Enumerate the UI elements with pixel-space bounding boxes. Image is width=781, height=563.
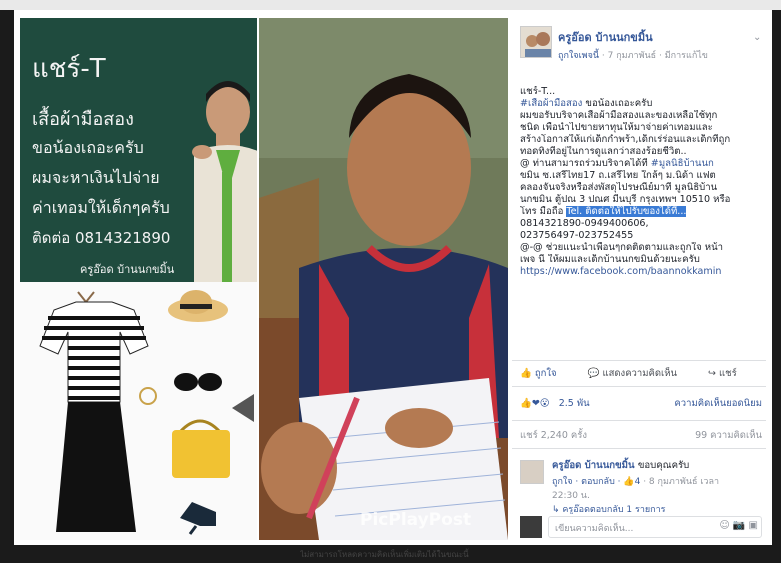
- author-avatar[interactable]: [520, 26, 552, 58]
- chevron-down-icon[interactable]: ⌄: [753, 32, 761, 43]
- avatar-image: [521, 27, 551, 57]
- post-body-line: ขมิ้น ซ.เสรีไทย17 ถ.เสรีไทย ใกล้ๆ ม.นิด้…: [520, 170, 766, 182]
- boy-writing-photo: [259, 18, 508, 540]
- clothing-collage: [20, 282, 257, 540]
- divider: [512, 360, 766, 361]
- post-text: ผมขอรับบริจาคเสื้อผ้ามือสองและของเหลือใช…: [520, 110, 718, 121]
- reaction-count[interactable]: 2.5 พัน: [559, 398, 590, 409]
- post-body-line: ทอดทิ้งที่อยู่ในการดูแลกว่าสองร้อยชีวิต.…: [520, 146, 766, 158]
- post-text: 023756497-023752455: [520, 230, 634, 241]
- reactions-row: 👍❤😮 2.5 พัน ความคิดเห็นยอดนิยม: [520, 396, 766, 410]
- post-link[interactable]: https://www.facebook.com/baannokkamin: [520, 266, 721, 277]
- comment-date[interactable]: · 8 กุมภาพันธ์ เวลา: [643, 477, 719, 487]
- poster-signature: ครูอ๊อด บ้านนกขมิ้น: [80, 263, 175, 276]
- post-author-link[interactable]: ครูอ๊อด บ้านนกขมิ้น: [558, 28, 653, 46]
- comment-count[interactable]: 99 ความคิดเห็น: [695, 428, 762, 443]
- post-body-line: โทร มือถือ Tel. ติดต่อให้ไปรับของได้ที่.…: [520, 206, 766, 218]
- picplaypost-watermark: PicPlayPost: [360, 510, 472, 530]
- comment-text: ขอบคุณครับ: [637, 460, 690, 471]
- post-meta: ถูกใจเพจนี้ · 7 กุมภาพันธ์ · มีการแก้ไข: [558, 48, 708, 62]
- share-button[interactable]: ↪ แชร์: [708, 366, 751, 381]
- post-body-line: https://www.facebook.com/baannokkamin: [520, 266, 766, 278]
- dress-and-accessories-image: [39, 290, 230, 535]
- divider: [512, 448, 766, 449]
- post-text: ซ.เสรีไทย17 ถ.เสรีไทย ใกล้ๆ ม.นิด้า แฟต: [539, 170, 716, 181]
- chalkboard-poster: แชร์-T เสื้อผ้ามือสอง ขอน้องเถอะครับ ผมจ…: [20, 18, 257, 282]
- post-text: ทอดทิ้งที่อยู่ในการดูแลกว่าสองร้อยชีวิต.…: [520, 146, 687, 157]
- post-text: ชนิด เพื่อนำไปขายหาทุนให้มาจ่ายค่าเทอมแล…: [520, 122, 713, 133]
- comment-button[interactable]: 💬 แสดงความคิดเห็น: [588, 366, 691, 381]
- post-body-line: 023756497-023752455: [520, 230, 766, 242]
- poster-title: แชร์-T: [32, 54, 106, 84]
- bottom-bar: ไม่สามารถโหลดความคิดเห็นเพิ่มเติมได้ในขณ…: [0, 545, 781, 563]
- post-body-line: แชร์-T...: [520, 86, 766, 98]
- post-text: นกขมิ้น ตู้ปณ 3 ปณศ มีนบุรี กรุงเทพฯ 105…: [520, 194, 731, 205]
- post-text: @ ท่านสามารถร่วมบริจาคได้ที่: [520, 158, 651, 169]
- selected-text: Tel. ติดต่อให้ไปรับของได้ที่...: [566, 206, 687, 217]
- poster-line: ขอน้องเถอะครับ: [32, 138, 144, 157]
- post-body-line: สร้างโอกาสให้แก่เด็กกำพร้า,เด็กเร่ร่อนแล…: [520, 134, 766, 146]
- poster-phone: ติดต่อ 0814321890: [32, 229, 171, 247]
- post-body-line: ผมขอรับบริจาคเสื้อผ้ามือสองและของเหลือใช…: [520, 110, 766, 122]
- commenter-link[interactable]: ครูอ๊อด บ้านนกขมิ้น: [552, 460, 635, 471]
- like-button[interactable]: 👍 ถูกใจ: [520, 366, 571, 381]
- commenter-avatar[interactable]: [520, 460, 544, 484]
- post-body-line: @-@ ช่วยแนะนำเพื่อนๆกดติดตามและถูกใจ หน้…: [520, 242, 766, 254]
- comment-time: 22:30 น.: [552, 491, 590, 501]
- divider: [512, 386, 766, 387]
- post-body-line: คลองจั่นจริงหรือส่งพัสดุไปรษณีย์มาที่ มู…: [520, 182, 766, 194]
- post-body-line: #เสื้อผ้ามือสอง ขอน้องเถอะครับ: [520, 98, 766, 110]
- divider: [512, 420, 766, 421]
- photo-illustration: [259, 18, 508, 540]
- previous-arrow-icon[interactable]: [232, 394, 254, 422]
- comment-like-reply-links[interactable]: ถูกใจ · ตอบกลับ ·: [552, 477, 621, 487]
- poster-line: ผมจะหาเงินไปจ่าย: [32, 168, 160, 187]
- comment-meta: ถูกใจ · ตอบกลับ · 👍4 · 8 กุมภาพันธ์ เวลา: [552, 474, 719, 488]
- screenshot-frame: แชร์-T เสื้อผ้ามือสอง ขอน้องเถอะครับ ผมจ…: [14, 10, 772, 545]
- bottom-caption: ไม่สามารถโหลดความคิดเห็นเพิ่มเติมได้ในขณ…: [300, 550, 469, 558]
- poster-line: เสื้อผ้ามือสอง: [32, 109, 134, 130]
- like-page-link[interactable]: ถูกใจเพจนี้: [558, 51, 599, 61]
- commenter-name: ครูอ๊อด บ้านนกขมิ้น ขอบคุณครับ: [552, 458, 689, 473]
- post-body: แชร์-T... #เสื้อผ้ามือสอง ขอน้องเถอะครับผ…: [520, 86, 766, 278]
- post-body-line: 0814321890-0949400606,: [520, 218, 766, 230]
- comment-composer: เขียนความคิดเห็น... ☺ 📷 ▣: [512, 514, 766, 540]
- hashtag-link[interactable]: #มูลนิธิบ้านนก: [651, 158, 714, 169]
- post-text: ขอน้องเถอะครับ: [582, 98, 653, 109]
- comment-like-count[interactable]: 👍4: [623, 477, 640, 487]
- post-text: @-@ ช่วยแนะนำเพื่อนๆกดติดตามและถูกใจ หน้…: [520, 242, 724, 253]
- reaction-icons[interactable]: 👍❤😮: [520, 398, 550, 409]
- top-comments-selector[interactable]: ความคิดเห็นยอดนิยม: [674, 396, 762, 411]
- top-strip: [0, 0, 781, 10]
- facebook-post-panel: ครูอ๊อด บ้านนกขมิ้น ถูกใจเพจนี้ · 7 กุมภ…: [508, 18, 770, 540]
- post-body-line: นกขมิ้น ตู้ปณ 3 ปณศ มีนบุรี กรุงเทพฯ 105…: [520, 194, 766, 206]
- post-text: เพจ นี้ ให้ผมและเด็กบ้านนกขมิ้นด้วยนะครั…: [520, 254, 700, 265]
- post-text: แชร์-T...: [520, 86, 556, 97]
- post-text: คลองจั่นจริงหรือส่งพัสดุไปรษณีย์มาที่ มู…: [520, 182, 718, 193]
- composer-icons[interactable]: ☺ 📷 ▣: [719, 520, 758, 531]
- post-body-line: ชนิด เพื่อนำไปขายหาทุนให้มาจ่ายค่าเทอมแล…: [520, 122, 766, 134]
- post-actions: 👍 ถูกใจ 💬 แสดงความคิดเห็น ↪ แชร์: [520, 366, 766, 380]
- post-link[interactable]: #เสื้อผ้ามือสอง: [520, 98, 582, 109]
- current-user-avatar: [520, 516, 542, 538]
- post-body-line: @ ท่านสามารถร่วมบริจาคได้ที่ #มูลนิธิบ้า…: [520, 158, 766, 170]
- share-count[interactable]: แชร์ 2,240 ครั้ง: [520, 430, 587, 441]
- post-date[interactable]: · 7 กุมภาพันธ์ ·: [602, 51, 662, 61]
- poster-line: ค่าเทอมให้เด็กๆครับ: [32, 198, 170, 217]
- teacher-photo: [192, 81, 257, 282]
- post-text: โทร มือถือ: [520, 206, 567, 217]
- post-text: ขมิ้น: [520, 170, 540, 181]
- comment-item: ครูอ๊อด บ้านนกขมิ้น ขอบคุณครับ ถูกใจ · ต…: [520, 458, 766, 518]
- edited-label[interactable]: มีการแก้ไข: [665, 51, 708, 61]
- post-text: สร้างโอกาสให้แก่เด็กกำพร้า,เด็กเร่ร่อนแล…: [520, 134, 731, 145]
- post-text: 0814321890-0949400606,: [520, 218, 649, 229]
- share-count-row: แชร์ 2,240 ครั้ง 99 ความคิดเห็น: [520, 428, 766, 442]
- post-body-line: เพจ นี้ ให้ผมและเด็กบ้านนกขมิ้นด้วยนะครั…: [520, 254, 766, 266]
